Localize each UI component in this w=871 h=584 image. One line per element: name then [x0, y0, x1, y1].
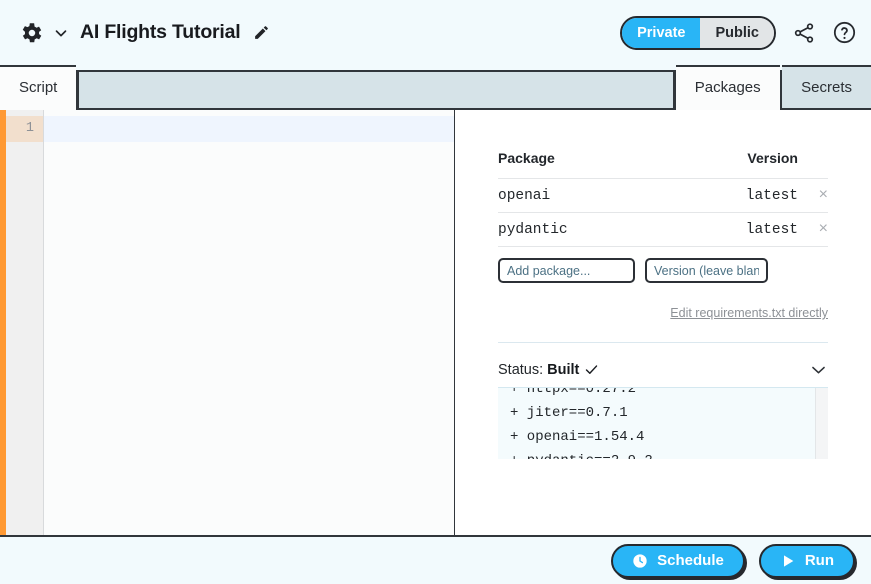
page-title: AI Flights Tutorial: [80, 21, 241, 44]
tab-secrets[interactable]: Secrets: [782, 65, 871, 110]
log-line: + pydantic==2.9.2: [510, 449, 815, 459]
header-menu-chevron-down-icon[interactable]: [52, 24, 70, 42]
requirements-link-row: Edit requirements.txt directly: [498, 306, 828, 320]
column-header-version: Version: [669, 150, 798, 179]
code-line[interactable]: [44, 116, 454, 142]
run-button-label: Run: [805, 552, 834, 569]
build-log-scrollbar[interactable]: [815, 388, 828, 459]
main-body: 1 Package Version openai: [0, 110, 871, 535]
code-editor-pane: 1: [0, 110, 455, 535]
code-input-area[interactable]: [43, 110, 454, 535]
tab-script[interactable]: Script: [0, 65, 76, 110]
add-package-row: [498, 258, 828, 283]
close-icon[interactable]: ×: [819, 187, 828, 203]
help-circle-icon[interactable]: [832, 20, 857, 45]
column-header-package: Package: [498, 150, 669, 179]
pencil-icon[interactable]: [253, 24, 270, 41]
log-line: + jiter==0.7.1: [510, 401, 815, 425]
header-right-group: Private Public: [620, 16, 857, 50]
package-version-cell: latest: [669, 179, 798, 213]
share-icon[interactable]: [792, 21, 816, 45]
run-button[interactable]: Run: [759, 544, 855, 578]
add-package-input[interactable]: [498, 258, 635, 283]
log-line: + openai==1.54.4: [510, 425, 815, 449]
header-left-group: AI Flights Tutorial: [18, 20, 620, 46]
schedule-button[interactable]: Schedule: [611, 544, 745, 578]
table-header-row: Package Version: [498, 150, 828, 179]
editor-gutter: 1: [6, 110, 43, 535]
status-badge: Built: [547, 362, 579, 378]
edit-requirements-link[interactable]: Edit requirements.txt directly: [670, 306, 828, 320]
panel-divider: [498, 342, 828, 343]
tab-strip: Script Packages Secrets: [0, 65, 871, 110]
play-icon: [780, 553, 796, 569]
remove-package-cell: ×: [798, 213, 828, 247]
visibility-option-private[interactable]: Private: [622, 18, 700, 48]
build-log-box[interactable]: + httpx==0.27.2 + jiter==0.7.1 + openai=…: [498, 387, 828, 459]
table-row: pydantic latest ×: [498, 213, 828, 247]
log-line: + httpx==0.27.2: [510, 387, 815, 401]
package-name-cell: openai: [498, 179, 669, 213]
line-number: 1: [6, 116, 43, 142]
check-icon: [584, 362, 599, 377]
packages-panel: Package Version openai latest × pydan: [455, 110, 871, 535]
build-status-row: Status: Built: [498, 360, 828, 379]
visibility-toggle[interactable]: Private Public: [620, 16, 776, 50]
version-input[interactable]: [645, 258, 768, 283]
tab-strip-filler: [79, 70, 673, 110]
package-version-cell: latest: [669, 213, 798, 247]
action-footer: Schedule Run: [0, 535, 871, 584]
clock-icon: [632, 553, 648, 569]
status-label: Status:: [498, 362, 543, 378]
close-icon[interactable]: ×: [819, 221, 828, 237]
package-name-cell: pydantic: [498, 213, 669, 247]
script-editor-app: AI Flights Tutorial Private Public: [0, 0, 871, 584]
schedule-button-label: Schedule: [657, 552, 724, 569]
remove-package-cell: ×: [798, 179, 828, 213]
collapse-chevron-down-icon[interactable]: [809, 360, 828, 379]
app-header: AI Flights Tutorial Private Public: [0, 0, 871, 65]
tab-packages[interactable]: Packages: [676, 65, 780, 110]
gear-icon[interactable]: [18, 20, 44, 46]
packages-table: Package Version openai latest × pydan: [498, 150, 828, 247]
build-log-lines: + httpx==0.27.2 + jiter==0.7.1 + openai=…: [498, 387, 815, 459]
visibility-option-public[interactable]: Public: [700, 18, 774, 48]
table-row: openai latest ×: [498, 179, 828, 213]
column-header-remove: [798, 150, 828, 179]
